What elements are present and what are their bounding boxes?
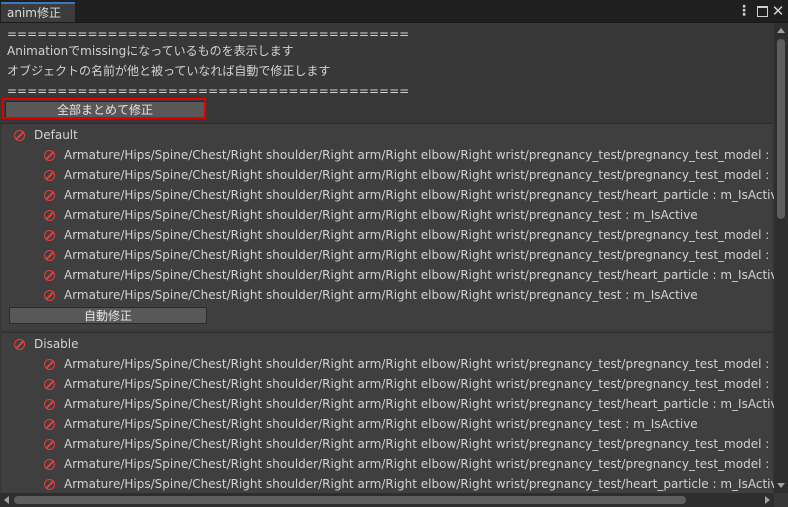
close-icon[interactable]: ✕ xyxy=(771,3,785,19)
missing-icon xyxy=(44,190,55,201)
list-item[interactable]: Armature/Hips/Spine/Chest/Right shoulder… xyxy=(44,434,774,454)
section-title: Disable xyxy=(34,337,79,351)
tab-title: anim修正 xyxy=(7,6,61,20)
missing-icon xyxy=(44,150,55,161)
kebab-menu-icon[interactable]: ⋮ xyxy=(737,3,751,19)
scroll-up-icon[interactable] xyxy=(777,28,785,33)
scroll-left-icon[interactable] xyxy=(4,496,9,504)
section-title: Default xyxy=(34,128,78,142)
section-disable: Disable Armature/Hips/Spine/Chest/Right … xyxy=(2,332,774,493)
missing-icon xyxy=(44,379,55,390)
horizontal-scroll-thumb[interactable] xyxy=(14,496,686,504)
list-item[interactable]: Armature/Hips/Spine/Chest/Right shoulder… xyxy=(44,165,774,185)
title-bar: anim修正 ⋮ ✕ xyxy=(0,0,788,23)
description-line-1: Animationでmissingになっているものを表示します xyxy=(7,44,294,58)
list-item[interactable]: Armature/Hips/Spine/Chest/Right shoulder… xyxy=(44,265,774,285)
description-line-2: オブジェクトの名前が他と被っていなれば自動で修正します xyxy=(7,64,331,78)
list-item[interactable]: Armature/Hips/Spine/Chest/Right shoulder… xyxy=(44,454,774,474)
list-item[interactable]: Armature/Hips/Spine/Chest/Right shoulder… xyxy=(44,394,774,414)
auto-fix-button[interactable]: 自動修正 xyxy=(9,307,207,324)
missing-icon xyxy=(44,270,55,281)
missing-icon xyxy=(44,359,55,370)
list-item[interactable]: Armature/Hips/Spine/Chest/Right shoulder… xyxy=(44,285,698,305)
list-item[interactable]: Armature/Hips/Spine/Chest/Right shoulder… xyxy=(44,245,774,265)
section-header[interactable]: Disable xyxy=(14,334,79,354)
list-item[interactable]: Armature/Hips/Spine/Chest/Right shoulder… xyxy=(44,474,774,493)
scroll-right-icon[interactable] xyxy=(765,496,770,504)
missing-icon xyxy=(44,419,55,430)
missing-icon xyxy=(44,210,55,221)
missing-icon xyxy=(44,479,55,490)
missing-icon xyxy=(44,230,55,241)
missing-icon xyxy=(14,130,25,141)
list-item[interactable]: Armature/Hips/Spine/Chest/Right shoulder… xyxy=(44,145,774,165)
missing-icon xyxy=(44,290,55,301)
list-item[interactable]: Armature/Hips/Spine/Chest/Right shoulder… xyxy=(44,414,698,434)
scroll-down-icon[interactable] xyxy=(777,483,785,488)
section-header[interactable]: Default xyxy=(14,125,78,145)
fix-all-button[interactable]: 全部まとめて修正 xyxy=(5,101,205,118)
list-item[interactable]: Armature/Hips/Spine/Chest/Right shoulder… xyxy=(44,185,774,205)
list-item[interactable]: Armature/Hips/Spine/Chest/Right shoulder… xyxy=(44,354,774,374)
vertical-scroll-thumb[interactable] xyxy=(777,39,785,219)
horizontal-scrollbar[interactable] xyxy=(0,493,774,507)
list-item[interactable]: Armature/Hips/Spine/Chest/Right shoulder… xyxy=(44,374,774,394)
scroll-corner xyxy=(774,493,788,507)
missing-icon xyxy=(44,459,55,470)
separator-bottom: ======================================== xyxy=(7,84,410,98)
missing-icon xyxy=(44,170,55,181)
missing-icon xyxy=(14,339,25,350)
list-item[interactable]: Armature/Hips/Spine/Chest/Right shoulder… xyxy=(44,225,774,245)
missing-icon xyxy=(44,250,55,261)
section-default: Default Armature/Hips/Spine/Chest/Right … xyxy=(2,123,774,330)
vertical-scrollbar[interactable] xyxy=(774,23,788,493)
missing-icon xyxy=(44,439,55,450)
missing-icon xyxy=(44,399,55,410)
list-item[interactable]: Armature/Hips/Spine/Chest/Right shoulder… xyxy=(44,205,698,225)
editor-window: anim修正 ⋮ ✕ =============================… xyxy=(0,0,788,507)
separator-top: ======================================== xyxy=(7,27,410,41)
content-area: ========================================… xyxy=(0,23,774,493)
tab-anim-fix[interactable]: anim修正 xyxy=(1,2,75,22)
maximize-icon[interactable] xyxy=(755,3,769,19)
